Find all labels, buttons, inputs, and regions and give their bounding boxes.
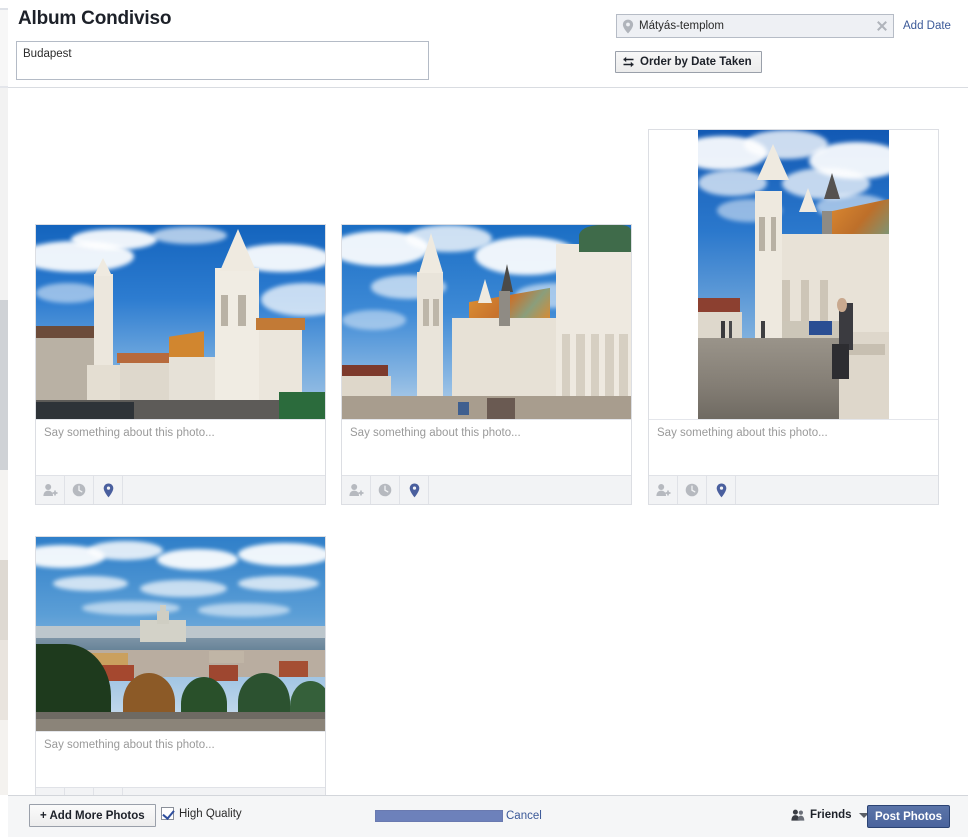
album-upload-dialog: Album Condiviso Mátyás-templom Add Date xyxy=(0,0,968,837)
photo-caption-input[interactable]: Say something about this photo... xyxy=(649,419,938,475)
location-pin-icon xyxy=(103,483,114,498)
photo-location-button[interactable] xyxy=(94,788,123,795)
upload-progress-fill xyxy=(376,811,502,821)
order-by-date-taken-label: Order by Date Taken xyxy=(640,56,752,68)
location-pin-icon xyxy=(409,483,420,498)
album-description-input[interactable] xyxy=(16,41,429,80)
photo-caption-input[interactable]: Say something about this photo... xyxy=(36,731,325,787)
photo-location-button[interactable] xyxy=(707,476,736,504)
date-taken-button[interactable] xyxy=(371,476,400,504)
photo-grid-scroll-area[interactable]: Say something about this photo... Say so… xyxy=(8,89,968,795)
photo-tools-spacer xyxy=(736,476,938,504)
add-more-photos-button[interactable]: + Add More Photos xyxy=(29,804,156,827)
photo-caption-input[interactable]: Say something about this photo... xyxy=(36,419,325,475)
clock-icon xyxy=(72,483,86,497)
location-pin-icon xyxy=(622,19,634,34)
background-page-sliver xyxy=(0,0,8,837)
photo-thumbnail[interactable] xyxy=(36,225,325,419)
date-taken-button[interactable] xyxy=(678,476,707,504)
cancel-link[interactable]: Cancel xyxy=(506,810,542,822)
friends-icon xyxy=(791,809,805,821)
date-taken-button[interactable] xyxy=(65,476,94,504)
photo-location-button[interactable] xyxy=(400,476,429,504)
location-pin-icon xyxy=(716,483,727,498)
tag-person-button[interactable] xyxy=(36,788,65,795)
photo-thumbnail[interactable] xyxy=(649,130,938,419)
photo-tools xyxy=(342,475,631,504)
place-field[interactable]: Mátyás-templom xyxy=(616,14,894,38)
clear-icon[interactable] xyxy=(875,19,889,33)
photo-tools-spacer xyxy=(123,788,325,795)
place-value: Mátyás-templom xyxy=(639,20,724,32)
sort-icon xyxy=(623,56,634,68)
upload-progress-bar xyxy=(375,810,503,822)
high-quality-label: High Quality xyxy=(179,807,242,820)
photo-card[interactable]: Say something about this photo... xyxy=(648,129,939,505)
tag-person-icon xyxy=(655,483,671,497)
page-title: Album Condiviso xyxy=(18,8,172,29)
high-quality-checkbox[interactable] xyxy=(161,807,174,820)
album-header: Album Condiviso Mátyás-templom Add Date xyxy=(8,0,968,88)
audience-label: Friends xyxy=(810,809,852,821)
photo-card[interactable]: Say something about this photo... xyxy=(35,224,326,505)
tag-person-icon xyxy=(348,483,364,497)
photo-card[interactable]: Say something about this photo... xyxy=(35,536,326,795)
tag-person-button[interactable] xyxy=(36,476,65,504)
photo-caption-input[interactable]: Say something about this photo... xyxy=(342,419,631,475)
photo-tools-spacer xyxy=(123,476,325,504)
tag-person-icon xyxy=(42,483,58,497)
order-by-date-taken-button[interactable]: Order by Date Taken xyxy=(615,51,762,73)
add-date-link[interactable]: Add Date xyxy=(903,20,951,32)
photo-tools xyxy=(649,475,938,504)
tag-person-button[interactable] xyxy=(649,476,678,504)
clock-icon xyxy=(378,483,392,497)
date-taken-button[interactable] xyxy=(65,788,94,795)
audience-selector[interactable]: Friends xyxy=(791,804,869,826)
photo-thumbnail[interactable] xyxy=(342,225,631,419)
photo-location-button[interactable] xyxy=(94,476,123,504)
photo-card[interactable]: Say something about this photo... xyxy=(341,224,632,505)
high-quality-option[interactable]: High Quality xyxy=(161,807,242,820)
photo-tools xyxy=(36,475,325,504)
photo-thumbnail[interactable] xyxy=(36,537,325,731)
post-photos-button[interactable]: Post Photos xyxy=(867,805,950,828)
photo-tools xyxy=(36,787,325,795)
clock-icon xyxy=(685,483,699,497)
photo-tools-spacer xyxy=(429,476,631,504)
tag-person-button[interactable] xyxy=(342,476,371,504)
